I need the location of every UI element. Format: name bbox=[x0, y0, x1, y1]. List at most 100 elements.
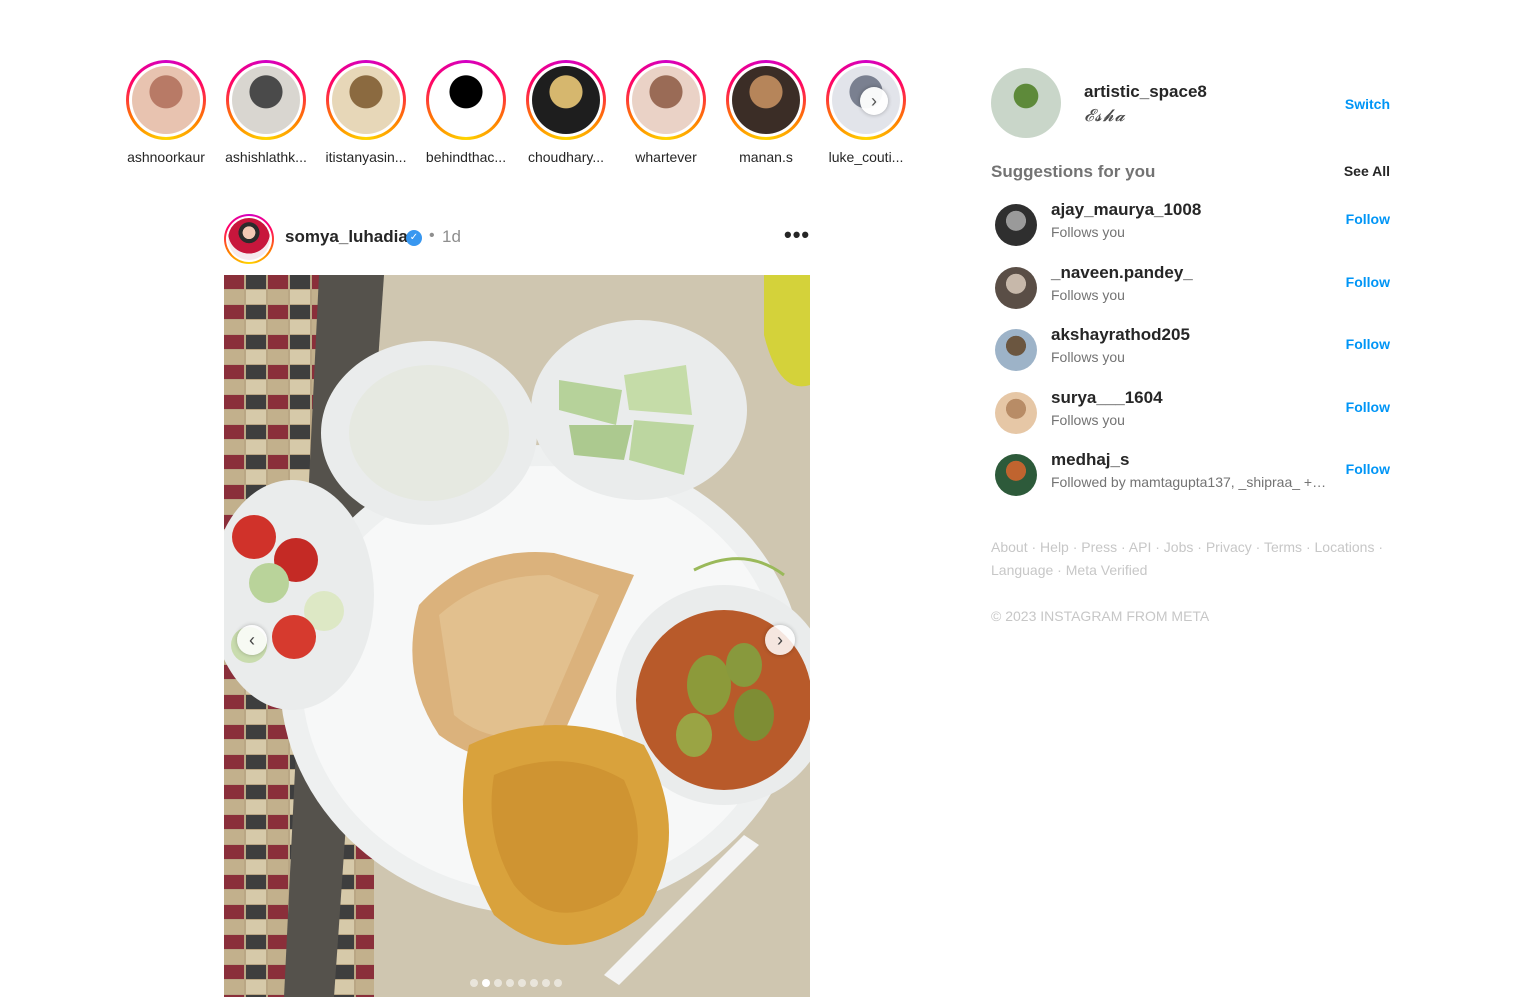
story-item[interactable]: ashishlathk... bbox=[220, 60, 312, 165]
carousel-prev-button[interactable]: ‹ bbox=[237, 625, 267, 655]
avatar[interactable] bbox=[995, 267, 1037, 309]
suggestion-username[interactable]: medhaj_s bbox=[1051, 450, 1129, 470]
switch-account-button[interactable]: Switch bbox=[1345, 96, 1390, 112]
suggestion-username[interactable]: _naveen.pandey_ bbox=[1051, 263, 1193, 283]
footer-separator: · bbox=[1193, 539, 1206, 555]
carousel-dot bbox=[530, 979, 538, 987]
avatar[interactable] bbox=[995, 329, 1037, 371]
footer-link[interactable]: Locations bbox=[1315, 539, 1375, 555]
footer-separator: · bbox=[1053, 562, 1066, 578]
avatar bbox=[532, 66, 600, 134]
copyright: © 2023 INSTAGRAM FROM META bbox=[991, 608, 1210, 624]
avatar bbox=[132, 66, 200, 134]
story-ring bbox=[326, 60, 406, 140]
see-all-button[interactable]: See All bbox=[1344, 163, 1390, 179]
carousel-next-button[interactable]: › bbox=[765, 625, 795, 655]
carousel-dots bbox=[470, 979, 562, 987]
avatar[interactable] bbox=[995, 454, 1037, 496]
suggestion-username[interactable]: ajay_maurya_1008 bbox=[1051, 200, 1201, 220]
chevron-right-icon[interactable]: › bbox=[860, 87, 888, 115]
footer-link[interactable]: About bbox=[991, 539, 1028, 555]
suggestion-username[interactable]: surya___1604 bbox=[1051, 388, 1163, 408]
suggestion-subtitle: Follows you bbox=[1051, 349, 1125, 365]
story-item[interactable]: choudhary... bbox=[520, 60, 612, 165]
suggestion-item: _naveen.pandey_ Follows you Follow bbox=[991, 263, 1391, 311]
suggestion-subtitle: Follows you bbox=[1051, 287, 1125, 303]
story-username: itistanyasin... bbox=[325, 149, 407, 165]
story-username: whartever bbox=[635, 149, 697, 165]
suggestion-item: ajay_maurya_1008 Follows you Follow bbox=[991, 200, 1391, 248]
avatar bbox=[432, 66, 500, 134]
post-media[interactable]: ‹ › bbox=[224, 275, 810, 997]
post-author-username[interactable]: somya_luhadia bbox=[285, 227, 408, 247]
story-username: manan.s bbox=[739, 149, 793, 165]
story-ring bbox=[226, 60, 306, 140]
carousel-dot bbox=[554, 979, 562, 987]
more-horizontal-icon[interactable]: ••• bbox=[784, 222, 810, 248]
story-username: ashishlathk... bbox=[225, 149, 307, 165]
carousel-dot bbox=[482, 979, 490, 987]
footer-separator: · bbox=[1302, 539, 1315, 555]
current-full-name: 𝓔𝓼𝓱𝓪 bbox=[1084, 106, 1126, 126]
footer-separator: · bbox=[1068, 539, 1082, 555]
avatar bbox=[232, 66, 300, 134]
story-username: behindthac... bbox=[425, 149, 507, 165]
follow-button[interactable]: Follow bbox=[1346, 399, 1390, 415]
post-header: somya_luhadia ✓ • 1d ••• bbox=[224, 212, 810, 264]
suggestion-subtitle: Follows you bbox=[1051, 412, 1125, 428]
story-username: ashnoorkaur bbox=[127, 149, 205, 165]
story-item[interactable]: ashnoorkaur bbox=[120, 60, 212, 165]
follow-button[interactable]: Follow bbox=[1346, 336, 1390, 352]
suggestion-subtitle: Followed by mamtagupta137, _shipraa_ + 1… bbox=[1051, 474, 1329, 490]
follow-button[interactable]: Follow bbox=[1346, 211, 1390, 227]
post-timestamp[interactable]: 1d bbox=[442, 227, 461, 247]
footer-separator: · bbox=[1117, 539, 1129, 555]
suggestion-subtitle: Follows you bbox=[1051, 224, 1125, 240]
footer-link[interactable]: Press bbox=[1081, 539, 1117, 555]
follow-button[interactable]: Follow bbox=[1346, 461, 1390, 477]
footer-link[interactable]: Meta Verified bbox=[1066, 562, 1148, 578]
footer-separator: · bbox=[1027, 539, 1041, 555]
story-ring bbox=[426, 60, 506, 140]
story-ring bbox=[726, 60, 806, 140]
story-item[interactable]: whartever bbox=[620, 60, 712, 165]
story-item[interactable]: behindthac... bbox=[420, 60, 512, 165]
post-author-avatar[interactable] bbox=[224, 214, 274, 264]
avatar[interactable] bbox=[991, 68, 1061, 138]
story-item[interactable]: itistanyasin... bbox=[320, 60, 412, 165]
current-username[interactable]: artistic_space8 bbox=[1084, 82, 1207, 102]
separator: • bbox=[429, 227, 435, 244]
avatar bbox=[732, 66, 800, 134]
footer-link[interactable]: Terms bbox=[1264, 539, 1302, 555]
footer-separator: · bbox=[1374, 539, 1384, 555]
carousel-dot bbox=[518, 979, 526, 987]
suggestion-item: surya___1604 Follows you Follow bbox=[991, 388, 1391, 436]
follow-button[interactable]: Follow bbox=[1346, 274, 1390, 290]
footer-link[interactable]: Language bbox=[991, 562, 1053, 578]
carousel-dot bbox=[542, 979, 550, 987]
story-username: choudhary... bbox=[527, 149, 604, 165]
suggestion-item: medhaj_s Followed by mamtagupta137, _ship… bbox=[991, 450, 1391, 498]
stories-tray: ashnoorkaur ashishlathk... itistanyasin...… bbox=[120, 60, 920, 170]
footer-links: About · Help · Press · API · Jobs · Priv… bbox=[991, 536, 1391, 582]
footer-link[interactable]: Jobs bbox=[1164, 539, 1194, 555]
footer-separator: · bbox=[1151, 539, 1164, 555]
verified-badge-icon: ✓ bbox=[406, 230, 422, 246]
story-item[interactable]: manan.s bbox=[720, 60, 812, 165]
carousel-dot bbox=[506, 979, 514, 987]
avatar[interactable] bbox=[995, 392, 1037, 434]
footer-link[interactable]: Help bbox=[1040, 539, 1069, 555]
footer-link[interactable]: API bbox=[1129, 539, 1152, 555]
footer-separator: · bbox=[1251, 539, 1264, 555]
current-user: artistic_space8 𝓔𝓼𝓱𝓪 Switch bbox=[991, 68, 1391, 138]
suggestions-title: Suggestions for you bbox=[991, 162, 1156, 181]
story-username: luke_couti... bbox=[828, 149, 904, 165]
post-image bbox=[224, 275, 810, 997]
avatar bbox=[632, 66, 700, 134]
avatar[interactable] bbox=[995, 204, 1037, 246]
footer-link[interactable]: Privacy bbox=[1206, 539, 1252, 555]
carousel-dot bbox=[494, 979, 502, 987]
avatar bbox=[228, 218, 270, 260]
story-ring bbox=[126, 60, 206, 140]
suggestion-username[interactable]: akshayrathod205 bbox=[1051, 325, 1190, 345]
